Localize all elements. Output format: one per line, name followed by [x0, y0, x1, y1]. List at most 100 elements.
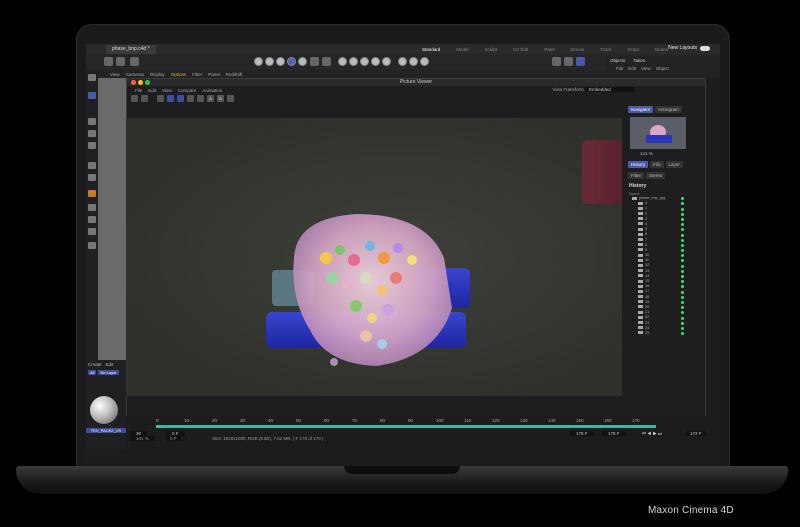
view-transform-select[interactable]: Embedded [585, 87, 635, 92]
tab-history[interactable]: History [628, 161, 649, 168]
redo-icon[interactable] [116, 57, 125, 66]
render-active-icon[interactable] [564, 57, 573, 66]
maximize-icon[interactable] [145, 80, 150, 85]
navigator-thumbnail[interactable] [630, 117, 686, 149]
tab-takes[interactable]: Takes [633, 58, 645, 63]
move-icon[interactable] [88, 118, 96, 125]
object-mode-icon[interactable] [298, 57, 307, 66]
material-name[interactable]: TEX_PACK2_VS [86, 428, 126, 433]
cube-icon[interactable] [338, 57, 347, 66]
workplane-icon[interactable] [88, 174, 96, 181]
interactive-render-icon[interactable] [576, 57, 585, 66]
magnet-icon[interactable] [88, 228, 96, 235]
ab-b-button[interactable]: B [217, 95, 224, 102]
layout-tabs: Standard Model Sculpt UV Edit Paint Groo… [414, 44, 676, 54]
close-icon[interactable] [131, 80, 136, 85]
viewport-menu-display[interactable]: Display [150, 72, 165, 77]
tab-info[interactable]: Info [650, 161, 664, 168]
frame-icon [638, 279, 643, 283]
material-manager: Create Edit All No Layer TEX_PACK2_VS [86, 360, 126, 450]
viewport-menu-redshift[interactable]: Redshift [226, 72, 243, 77]
texture-mode-icon[interactable] [310, 57, 319, 66]
viewport-menu-panel[interactable]: Panel [208, 72, 220, 77]
frame-icon [638, 217, 643, 221]
pv-menu-animation[interactable]: Animation [202, 88, 222, 93]
layout-tab-uvedit[interactable]: UV Edit [505, 47, 536, 52]
layout-tab-standard[interactable]: Standard [414, 47, 448, 52]
pv-menu-compare[interactable]: Compare [178, 88, 197, 93]
layout-tab-model[interactable]: Model [448, 47, 476, 52]
brush-icon[interactable] [88, 204, 96, 211]
navigator-zoom[interactable]: 141 % [626, 151, 690, 156]
tab-navigator[interactable]: Navigator [628, 106, 654, 113]
render-settings-icon[interactable] [287, 57, 296, 66]
file-tab[interactable]: phase_bnp.c4d * [106, 44, 156, 54]
save-icon[interactable] [141, 95, 148, 102]
pv-menu-view[interactable]: View [162, 88, 172, 93]
objects-menu-view[interactable]: View [641, 66, 651, 71]
zoom-field[interactable]: 141 % [130, 436, 155, 441]
objects-menu-edit[interactable]: Edit [628, 66, 636, 71]
layout-tab-track[interactable]: Track [592, 47, 619, 52]
tab-histogram[interactable]: Histogram [655, 106, 682, 113]
region-icon[interactable] [177, 95, 184, 102]
new-layouts-toggle[interactable] [700, 45, 710, 51]
coordinate-icon[interactable] [130, 57, 139, 66]
spline-icon[interactable] [349, 57, 358, 66]
tab-objects[interactable]: Objects [610, 58, 625, 63]
render-queue-icon[interactable] [552, 57, 561, 66]
open-icon[interactable] [131, 95, 138, 102]
tab-filter[interactable]: Filter [628, 172, 644, 179]
field-icon[interactable] [382, 57, 391, 66]
viewport-menu-filter[interactable]: Filter [192, 72, 202, 77]
stop-icon[interactable] [157, 95, 164, 102]
rotate-icon[interactable] [88, 130, 96, 137]
timeline-range-bar[interactable] [156, 425, 656, 428]
search-icon[interactable] [88, 74, 96, 81]
mat-tab-create[interactable]: Create [88, 362, 102, 367]
objects-menu-object[interactable]: Object [656, 66, 669, 71]
eyedropper-icon[interactable] [88, 242, 96, 249]
render-view-icon[interactable] [265, 57, 274, 66]
new-layouts[interactable]: New Layouts [668, 45, 710, 51]
layout-tab-script[interactable]: Script [619, 47, 647, 52]
snap-icon[interactable] [88, 162, 96, 169]
camera-icon[interactable] [409, 57, 418, 66]
deformer-icon[interactable] [371, 57, 380, 66]
material-preview[interactable] [90, 396, 118, 424]
folder-icon [632, 196, 637, 200]
scale-icon[interactable] [88, 142, 96, 149]
viewport-menu-options[interactable]: Options [171, 72, 187, 77]
render-icon[interactable] [167, 95, 174, 102]
mat-filter-all[interactable]: All [88, 370, 97, 375]
layout-tab-paint[interactable]: Paint [536, 47, 562, 52]
color-correct-icon[interactable] [187, 95, 194, 102]
minimize-icon[interactable] [138, 80, 143, 85]
ab-a-button[interactable]: A [207, 95, 214, 102]
viewport-menu-view[interactable]: View [110, 72, 120, 77]
tab-stereo[interactable]: Stereo [646, 172, 666, 179]
paint-icon[interactable] [88, 190, 96, 197]
pv-menu-file[interactable]: File [135, 88, 142, 93]
mat-filter-nolayer[interactable]: No Layer [98, 370, 119, 375]
history-title: History [629, 183, 647, 189]
swap-icon[interactable] [227, 95, 234, 102]
layout-tab-sculpt[interactable]: Sculpt [477, 47, 506, 52]
knife-icon[interactable] [88, 216, 96, 223]
frame-field-2[interactable]: 0 F [166, 436, 181, 441]
undo-icon[interactable] [104, 57, 113, 66]
select-icon[interactable] [88, 92, 96, 99]
scene-icon[interactable] [420, 57, 429, 66]
history-row[interactable]: 25 [626, 331, 690, 336]
axis-mode-icon[interactable] [322, 57, 331, 66]
render-picture-viewer-icon[interactable] [276, 57, 285, 66]
light-icon[interactable] [398, 57, 407, 66]
mat-tab-edit[interactable]: Edit [106, 362, 114, 367]
render-region-icon[interactable] [254, 57, 263, 66]
filter-icon[interactable] [197, 95, 204, 102]
layout-tab-groom[interactable]: Groom [563, 47, 593, 52]
tab-layer[interactable]: Layer [665, 161, 683, 168]
viewport-menu-cameras[interactable]: Cameras [126, 72, 144, 77]
generator-icon[interactable] [360, 57, 369, 66]
pv-menu-edit[interactable]: Edit [148, 88, 156, 93]
